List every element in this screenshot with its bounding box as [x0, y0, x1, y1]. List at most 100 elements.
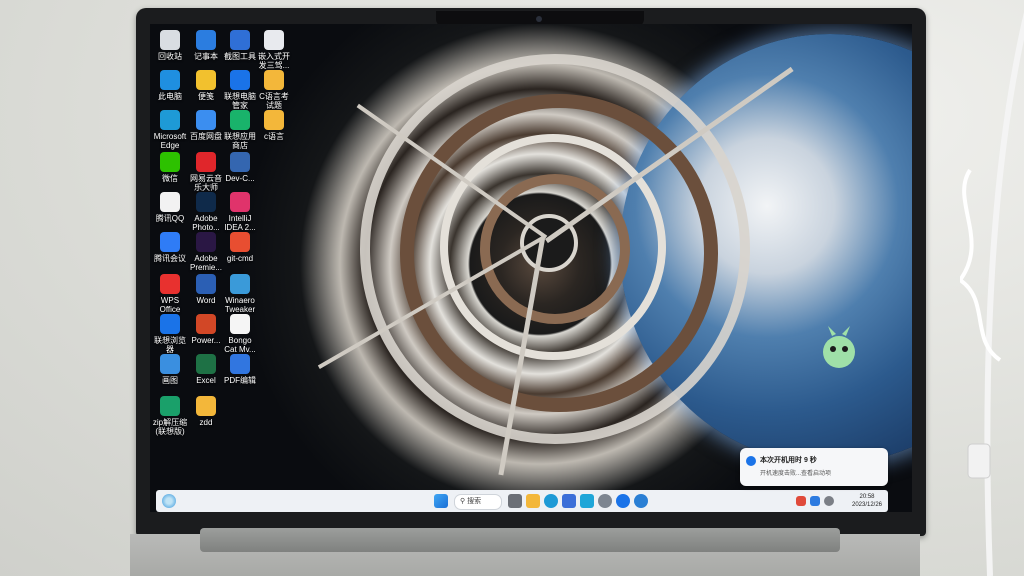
- desktop-icon-item[interactable]: Dev-C...: [222, 152, 258, 183]
- desktop-icon-item[interactable]: 回收站: [152, 30, 188, 61]
- dev-cpp-icon: [230, 152, 250, 172]
- recycle-bin-icon: [160, 30, 180, 50]
- taskbar-search-placeholder: 搜索: [467, 498, 482, 505]
- desktop-icon-label: 联想应用商店: [224, 132, 256, 150]
- desktop-icon-label: c语言: [264, 132, 284, 141]
- desktop-icon-item[interactable]: Adobe Photo...: [188, 192, 224, 232]
- file-explorer-icon[interactable]: [526, 494, 540, 508]
- winaero-icon: [230, 274, 250, 294]
- desktop-icon-label: zip解压缩(联想版): [152, 418, 188, 436]
- desktop-icon-item[interactable]: 嵌入式开发三驾...: [256, 30, 292, 70]
- desktop-icon-label: 回收站: [158, 52, 182, 61]
- desktop-icon-item[interactable]: 腾讯QQ: [152, 192, 188, 223]
- desktop-icon-label: Microsoft Edge: [153, 132, 187, 150]
- desktop-icon-label: 记事本: [194, 52, 218, 61]
- desktop-icon-label: Dev-C...: [225, 174, 255, 183]
- taskbar-search[interactable]: ⚲ 搜索: [454, 494, 502, 510]
- laptop-hinge: [200, 528, 840, 552]
- desktop-icon-item[interactable]: zip解压缩(联想版): [152, 396, 188, 436]
- powerpoint-icon: [196, 314, 216, 334]
- desktop-icon-label: Word: [196, 296, 216, 305]
- widgets-icon[interactable]: [162, 494, 176, 508]
- desktop-icon-item[interactable]: 网易云音乐大师: [188, 152, 224, 192]
- desktop-icon-item[interactable]: 联想电脑管家: [222, 70, 258, 110]
- desktop-icon-item[interactable]: 微信: [152, 152, 188, 183]
- start-button[interactable]: [434, 494, 448, 508]
- desktop-icon-item[interactable]: Excel: [188, 354, 224, 385]
- word-icon: [196, 274, 216, 294]
- desktop-icon-item[interactable]: IntelliJ IDEA 2...: [222, 192, 258, 232]
- git-icon: [230, 232, 250, 252]
- desktop-icon-item[interactable]: c语言: [256, 110, 292, 141]
- folder-icon: [264, 110, 284, 130]
- lenovo-browser-icon[interactable]: [616, 494, 630, 508]
- laptop-base: [130, 528, 920, 576]
- tencent-meeting-icon: [160, 232, 180, 252]
- system-clock[interactable]: 20:58 2023/12/26: [848, 493, 886, 509]
- task-view-icon[interactable]: [508, 494, 522, 508]
- desktop-icon-item[interactable]: Word: [188, 274, 224, 305]
- desktop-icon-label: 嵌入式开发三驾...: [258, 52, 290, 70]
- photoshop-icon: [196, 192, 216, 212]
- lenovo-store-icon: [230, 110, 250, 130]
- premiere-icon: [196, 232, 216, 252]
- desktop-icon-item[interactable]: 联想浏览器: [152, 314, 188, 354]
- desktop-icon-item[interactable]: PDF编辑: [222, 354, 258, 385]
- desktop-icon-label: Winaero Tweaker: [224, 296, 256, 314]
- sticky-notes-icon: [196, 70, 216, 90]
- intellij-icon: [230, 192, 250, 212]
- desktop-icon-item[interactable]: 便笺: [188, 70, 224, 101]
- netease-music-icon: [196, 152, 216, 172]
- notification-toast[interactable]: 本次开机用时 9 秒 开机速度击败...查看启动项: [740, 448, 888, 486]
- desktop-icon-label: C语言考试题: [259, 92, 289, 110]
- tray-app-icon[interactable]: [796, 496, 806, 506]
- desktop-icon-item[interactable]: C语言考试题: [256, 70, 292, 110]
- laptop-bezel: 回收站 记事本 截图工具 嵌入式开发三驾... 此电脑 便笺 联想电脑管家 C语言考试题 Mic…: [136, 8, 926, 536]
- snipping-tool-icon: [230, 30, 250, 50]
- desktop-icon-item[interactable]: 此电脑: [152, 70, 188, 101]
- desktop-icon-item[interactable]: 百度网盘: [188, 110, 224, 141]
- desktop-icon-label: 腾讯会议: [154, 254, 186, 263]
- desktop-icon-item[interactable]: 腾讯会议: [152, 232, 188, 263]
- pdf-editor-icon: [230, 354, 250, 374]
- notification-title: 本次开机用时 9 秒: [760, 457, 817, 464]
- excel-icon: [196, 354, 216, 374]
- desktop-icon-label: Bongo Cat Mv...: [224, 336, 256, 354]
- desktop-icon-item[interactable]: 画图: [152, 354, 188, 385]
- desktop-icon-item[interactable]: Microsoft Edge: [152, 110, 188, 150]
- desktop-icon-item[interactable]: Adobe Premie...: [188, 232, 224, 272]
- desktop-icon-label: Excel: [196, 376, 216, 385]
- folder-icon: [264, 70, 284, 90]
- vscode-icon[interactable]: [634, 494, 648, 508]
- desktop-icon-label: 联想电脑管家: [224, 92, 256, 110]
- notification-app-icon: [746, 456, 756, 466]
- lenovo-manager-icon: [230, 70, 250, 90]
- search-icon: ⚲: [460, 498, 466, 505]
- desktop-icon-item[interactable]: 截图工具: [222, 30, 258, 61]
- baidu-netdisk-icon: [196, 110, 216, 130]
- desktop-icon-item[interactable]: git-cmd: [222, 232, 258, 263]
- lenovo-manager-icon[interactable]: [580, 494, 594, 508]
- lenovo-browser-icon: [160, 314, 180, 334]
- desktop-icon-item[interactable]: 联想应用商店: [222, 110, 258, 150]
- wifi-icon[interactable]: [824, 496, 834, 506]
- desktop-icon-label: 截图工具: [224, 52, 256, 61]
- desktop-icon-label: 便笺: [198, 92, 214, 101]
- desktop-icon-item[interactable]: Power...: [188, 314, 224, 345]
- desktop-icon-label: Adobe Photo...: [192, 214, 220, 232]
- edge-icon[interactable]: [544, 494, 558, 508]
- netease-music-icon[interactable]: [598, 494, 612, 508]
- bongo-cat-icon: [230, 314, 250, 334]
- clock-time: 20:58: [859, 494, 875, 500]
- desktop-icon-item[interactable]: WPS Office: [152, 274, 188, 314]
- webcam: [536, 16, 542, 22]
- desktop-icon-item[interactable]: zdd: [188, 396, 224, 427]
- microsoft-store-icon[interactable]: [562, 494, 576, 508]
- desktop-icon-item[interactable]: 记事本: [188, 30, 224, 61]
- edge-icon: [160, 110, 180, 130]
- wps-icon: [160, 274, 180, 294]
- desktop-icon-item[interactable]: Winaero Tweaker: [222, 274, 258, 314]
- tray-app-icon[interactable]: [810, 496, 820, 506]
- desktop-icon-label: IntelliJ IDEA 2...: [224, 214, 256, 232]
- desktop-icon-item[interactable]: Bongo Cat Mv...: [222, 314, 258, 354]
